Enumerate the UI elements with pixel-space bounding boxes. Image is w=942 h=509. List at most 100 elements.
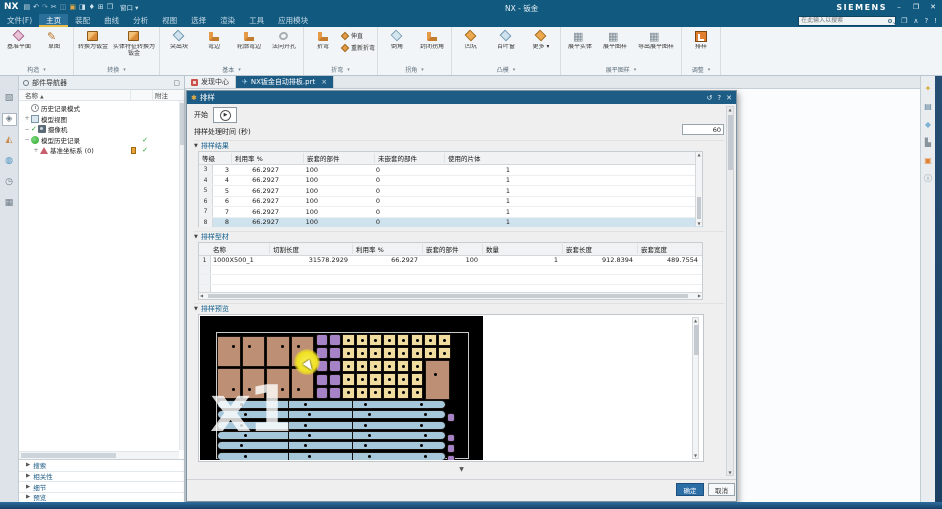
ok-button[interactable]: 确定 — [676, 483, 704, 496]
menu-tab-home[interactable]: 主页 — [39, 14, 68, 27]
ribbon-group-label-4[interactable]: 拐角▾ — [380, 64, 449, 75]
minimize-ribbon-icon[interactable]: ∧ — [913, 17, 918, 25]
ribbon-group-label-1[interactable]: 转换▾ — [76, 64, 157, 75]
search-box[interactable] — [798, 16, 896, 26]
ribbon-button-bend[interactable]: 折弯 — [306, 28, 340, 51]
scrollbar-thumb[interactable] — [728, 115, 733, 170]
tree-horizontal-scrollbar[interactable] — [19, 451, 179, 459]
menu-tab-view[interactable]: 视图 — [155, 14, 184, 27]
cut-icon[interactable]: ✂ — [51, 4, 57, 11]
scrollbar-thumb[interactable] — [180, 103, 184, 145]
profiles-row-1[interactable]: 11000X500_131578.292966.29271001912.8394… — [199, 256, 702, 266]
menu-tab-curve[interactable]: 曲线 — [97, 14, 126, 27]
menu-tab-file[interactable]: 文件(F) — [0, 14, 39, 27]
menu-tab-app-modules[interactable]: 应用模块 — [271, 14, 315, 27]
tree-vertical-scrollbar[interactable] — [179, 101, 184, 450]
command-icon[interactable]: ◨ — [79, 4, 86, 11]
history-icon[interactable]: ◷ — [2, 176, 17, 189]
ribbon-button-flange[interactable]: 弯边 — [197, 28, 231, 51]
time-input[interactable] — [682, 124, 724, 135]
close-tab-icon[interactable]: × — [321, 78, 327, 86]
cancel-button[interactable]: 取消 — [708, 483, 735, 496]
mic-icon[interactable]: ♦ — [89, 4, 95, 11]
roles-icon[interactable]: ▦ — [2, 197, 17, 210]
fullscreen-icon[interactable]: ❒ — [901, 17, 907, 25]
panel-popout-icon[interactable]: ▢ — [173, 79, 180, 87]
profiles-table-scrollbar[interactable]: ◀▶ — [199, 292, 702, 299]
internet-icon[interactable]: ◍ — [2, 155, 17, 168]
scrollbar-thumb[interactable] — [697, 197, 701, 219]
scrollbar-thumb[interactable] — [694, 325, 699, 355]
part-navigator-icon[interactable]: ◈ — [2, 113, 17, 126]
help-icon[interactable]: ? — [924, 17, 928, 25]
results-row-6[interactable]: 6666.292710001 — [199, 197, 702, 208]
tree-expander-icon[interactable]: − — [23, 136, 31, 143]
ribbon-button-sketch[interactable]: ✎草图 — [37, 28, 71, 51]
scrollbar-thumb[interactable] — [21, 453, 116, 458]
results-row-3[interactable]: 3366.292710001 — [199, 165, 702, 176]
ribbon-button-unbend[interactable]: 伸直 — [341, 31, 375, 40]
sort-ascending-icon[interactable]: ▲ — [40, 95, 43, 100]
results-row-7[interactable]: 7766.292710001 — [199, 207, 702, 218]
tree-item-4[interactable]: +基准坐标系 (0)✓ — [19, 145, 184, 156]
ribbon-button-convert-sheetmetal[interactable]: 转换为钣金 — [76, 28, 110, 51]
datum-icon[interactable]: ◆ — [925, 121, 931, 129]
ribbon-group-label-2[interactable]: 基本▾ — [162, 64, 301, 75]
nesting-icon[interactable]: ▣ — [924, 157, 932, 165]
ribbon-button-datum-plane[interactable]: 基准平面 — [2, 28, 36, 51]
nav-section-details[interactable]: ▶细节 — [19, 481, 184, 492]
ribbon-group-label-3[interactable]: 折弯▾ — [306, 64, 375, 75]
dialog-close-icon[interactable]: ✕ — [726, 94, 732, 102]
menu-tab-select[interactable]: 选择 — [184, 14, 213, 27]
ribbon-button-tab[interactable]: 突出块 — [162, 28, 196, 51]
ribbon-button-break-corner[interactable]: 倒角 — [380, 28, 414, 51]
constraint-navigator-icon[interactable]: ◭ — [2, 134, 17, 147]
ribbon-button-more[interactable]: 更多 ▾ — [524, 28, 558, 51]
doc-tab-discover-center[interactable]: 发现中心 — [185, 76, 236, 88]
dependencies-icon[interactable]: ▤ — [924, 103, 932, 111]
results-row-4[interactable]: 4466.292710001 — [199, 176, 702, 187]
tree-item-0[interactable]: 历史记录模式 — [19, 103, 184, 114]
preview-scrollbar[interactable]: ▲▼ — [692, 317, 699, 459]
results-row-8[interactable]: 8866.292710001 — [199, 218, 702, 229]
profiles-row-empty[interactable] — [199, 266, 702, 276]
ribbon-button-export-flat-pattern[interactable]: ▦导出展平图样 — [633, 28, 679, 51]
start-button[interactable]: ▶ — [213, 107, 237, 123]
tree-expander-icon[interactable]: + — [23, 115, 31, 122]
ribbon-group-label-7[interactable]: 调整▾ — [684, 64, 718, 75]
nav-section-dependencies[interactable]: ▶相关性 — [19, 471, 184, 482]
tree-expander-icon[interactable]: + — [32, 147, 40, 154]
results-section-header[interactable]: ▼ 排样结果 — [194, 140, 724, 150]
search-input[interactable] — [799, 17, 895, 25]
tree-item-1[interactable]: +模型视图 — [19, 114, 184, 125]
tree-expander-icon[interactable]: − — [23, 126, 31, 133]
preview-section-header[interactable]: ▼ 排样预览 — [194, 303, 724, 313]
undo-icon[interactable]: ↶ — [33, 4, 39, 11]
window-menu[interactable]: 窗口 ▾ — [120, 2, 138, 12]
info-icon[interactable]: ⓘ — [924, 175, 932, 183]
notification-icon[interactable]: ! — [934, 17, 937, 25]
layer-icon[interactable]: ▙ — [925, 139, 931, 147]
ribbon-group-label-6[interactable]: 展平图样▾ — [563, 64, 679, 75]
nav-section-search[interactable]: ▶搜索 — [19, 460, 184, 471]
dialog-help-icon[interactable]: ? — [717, 94, 721, 102]
ribbon-button-flat-pattern[interactable]: ▦展平图样 — [598, 28, 632, 51]
menu-tab-assemblies[interactable]: 装配 — [68, 14, 97, 27]
ribbon-button-rebend[interactable]: 重新折弯 — [341, 43, 375, 52]
redo-icon[interactable]: ↷ — [42, 4, 48, 11]
profiles-row-empty[interactable] — [199, 275, 702, 285]
ribbon-button-dimple[interactable]: 凹坑 — [454, 28, 488, 51]
ribbon-group-label-5[interactable]: 凸模▾ — [454, 64, 558, 75]
ribbon-button-closed-corner[interactable]: 封闭拐角 — [415, 28, 449, 51]
nav-section-preview[interactable]: ▶预览 — [19, 492, 184, 503]
menu-tab-analysis[interactable]: 分析 — [126, 14, 155, 27]
close-button[interactable]: ✕ — [928, 3, 938, 11]
ribbon-button-solid-to-sheetmetal[interactable]: 实体特征转换为钣金 — [111, 28, 157, 58]
copy-icon[interactable]: ◫ — [60, 4, 67, 11]
touch-icon[interactable]: ⊞ — [98, 4, 104, 11]
scrollbar-thumb[interactable] — [208, 294, 688, 298]
dialog-titlebar[interactable]: ✱ 排样 ↺ ? ✕ — [187, 91, 736, 104]
minimize-button[interactable]: – — [894, 3, 904, 11]
ribbon-group-label-0[interactable]: 构造▾ — [2, 64, 71, 75]
panel-pin-icon[interactable] — [23, 80, 29, 86]
